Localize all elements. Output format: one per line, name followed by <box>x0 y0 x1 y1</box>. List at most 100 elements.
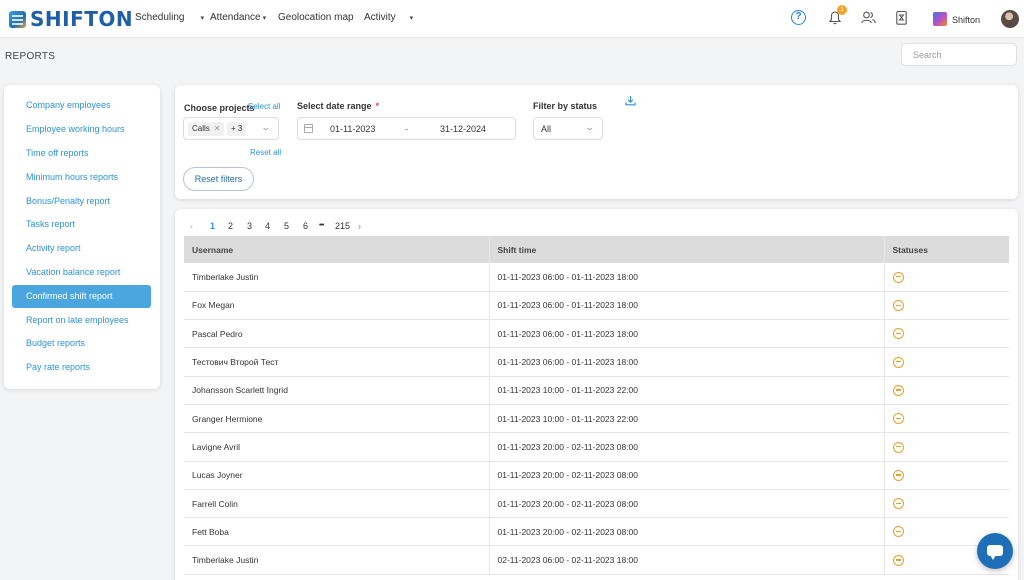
reset-all-link[interactable]: Reset all <box>250 148 281 157</box>
next-page-button[interactable]: › <box>358 221 361 231</box>
cell-username: Lavigne Avril <box>184 432 489 462</box>
date-range-picker[interactable]: 01-11-2023 - 31-12-2024 <box>297 117 516 140</box>
cell-username: Timberlake Justin <box>184 545 489 575</box>
notifications-button[interactable]: 1 <box>828 5 847 28</box>
page-2-button[interactable]: 2 <box>228 221 233 231</box>
pending-status-icon[interactable] <box>892 384 904 396</box>
date-range-label: Select date range * <box>297 101 379 111</box>
chat-button[interactable] <box>977 533 1013 569</box>
date-separator: - <box>405 124 408 134</box>
pending-status-icon[interactable] <box>892 441 904 453</box>
pending-status-icon[interactable] <box>892 469 904 481</box>
cell-status <box>883 404 1009 434</box>
company-switcher[interactable]: Shifton <box>933 12 980 26</box>
table-body: Timberlake Justin 01-11-2023 06:00 - 01-1… <box>184 263 1009 575</box>
table-row[interactable]: Pascal Pedro 01-11-2023 06:00 - 01-11-202… <box>184 319 1009 349</box>
pending-status-icon[interactable] <box>892 498 904 510</box>
sidebar-item-budget-reports[interactable]: Budget reports <box>12 332 151 355</box>
table-row[interactable]: Fett Boba 01-11-2023 20:00 - 02-11-2023 0… <box>184 517 1009 547</box>
status-value: All <box>541 124 552 134</box>
chevron-down-icon: ▾ <box>200 14 204 22</box>
table-row[interactable]: Lucas Joyner 01-11-2023 20:00 - 02-11-202… <box>184 461 1009 490</box>
page-4-button[interactable]: 4 <box>265 221 270 231</box>
download-icon[interactable] <box>625 95 636 106</box>
nav-scheduling[interactable]: Scheduling ▾ <box>135 12 204 23</box>
pagination-ellipsis: ••• <box>319 222 324 229</box>
column-statuses[interactable]: Statuses <box>883 236 1009 263</box>
pending-status-icon[interactable] <box>892 526 904 538</box>
page-1-button[interactable]: 1 <box>210 221 215 231</box>
column-username[interactable]: Username <box>184 236 489 263</box>
cell-status <box>883 347 1009 377</box>
cell-shift-time: 01-11-2023 06:00 - 01-11-2023 18:00 <box>488 319 884 349</box>
sidebar-item-employee-working-hours[interactable]: Employee working hours <box>12 118 151 141</box>
cell-shift-time: 01-11-2023 06:00 - 01-11-2023 18:00 <box>488 347 884 377</box>
cell-status <box>883 319 1009 349</box>
cell-shift-time: 02-11-2023 06:00 - 02-11-2023 18:00 <box>488 545 884 575</box>
pending-status-icon[interactable] <box>892 300 904 312</box>
nav-attendance-label: Attendance <box>210 12 261 23</box>
sidebar-item-minimum-hours-reports[interactable]: Minimum hours reports <box>12 166 151 189</box>
remove-chip-icon[interactable]: ✕ <box>214 124 221 133</box>
user-avatar[interactable] <box>1001 10 1019 28</box>
shifton-logo[interactable]: SHIFTON <box>9 7 133 31</box>
sidebar-item-pay-rate-reports[interactable]: Pay rate reports <box>12 356 151 379</box>
status-select[interactable]: All ⌄ <box>533 117 603 140</box>
page-last-button[interactable]: 215 <box>335 221 350 231</box>
projects-select[interactable]: Calls ✕ + 3 ⌄ <box>183 117 279 140</box>
pending-status-icon[interactable] <box>892 356 904 368</box>
table-row[interactable]: Timberlake Justin 02-11-2023 06:00 - 02-1… <box>184 545 1009 575</box>
cell-shift-time: 01-11-2023 20:00 - 02-11-2023 08:00 <box>488 517 884 547</box>
date-to[interactable]: 31-12-2024 <box>440 124 486 134</box>
cell-username: Pascal Pedro <box>184 319 489 349</box>
cell-status <box>883 291 1009 321</box>
pending-status-icon[interactable] <box>892 271 904 283</box>
sidebar-item-report-on-late-employees[interactable]: Report on late employees <box>12 309 151 332</box>
sidebar-item-vacation-balance-report[interactable]: Vacation balance report <box>12 261 151 284</box>
table-row[interactable]: Timberlake Justin 01-11-2023 06:00 - 01-1… <box>184 263 1009 292</box>
cell-status <box>883 461 1009 490</box>
select-all-link[interactable]: Select all <box>248 102 280 111</box>
table-row[interactable]: Lavigne Avril 01-11-2023 20:00 - 02-11-20… <box>184 432 1009 462</box>
chevron-down-icon: ⌄ <box>584 122 596 132</box>
users-icon[interactable] <box>861 11 876 27</box>
nav-attendance[interactable]: Attendance ▾ <box>210 12 266 23</box>
sidebar-item-tasks-report[interactable]: Tasks report <box>12 213 151 236</box>
column-shift-time[interactable]: Shift time <box>488 236 884 263</box>
help-icon[interactable]: ? <box>791 10 806 25</box>
sidebar-item-confirmed-shift-report[interactable]: Confirmed shift report <box>12 285 151 308</box>
cell-shift-time: 01-11-2023 06:00 - 01-11-2023 18:00 <box>488 263 884 292</box>
table-row[interactable]: Тестович Второй Тест 01-11-2023 06:00 - 0… <box>184 347 1009 377</box>
top-navigation-bar: SHIFTON Scheduling ▾ Attendance ▾ Geoloc… <box>0 0 1024 38</box>
cell-username: Timberlake Justin <box>184 263 489 292</box>
sidebar-item-time-off-reports[interactable]: Time off reports <box>12 142 151 165</box>
sidebar-item-company-employees[interactable]: Company employees <box>12 94 151 117</box>
cell-shift-time: 01-11-2023 20:00 - 02-11-2023 08:00 <box>488 461 884 490</box>
nav-geolocation-map[interactable]: Geolocation map <box>278 12 354 23</box>
page-3-button[interactable]: 3 <box>247 221 252 231</box>
prev-page-button[interactable]: ‹ <box>190 221 193 231</box>
pending-status-icon[interactable] <box>892 413 904 425</box>
date-from[interactable]: 01-11-2023 <box>330 124 375 134</box>
table-row[interactable]: Granger Hermione 01-11-2023 10:00 - 01-11… <box>184 404 1009 434</box>
pending-status-icon[interactable] <box>892 554 904 566</box>
pending-status-icon[interactable] <box>892 328 904 340</box>
nav-scheduling-label: Scheduling <box>135 12 185 23</box>
search-input[interactable] <box>901 43 1017 66</box>
sidebar-item-bonus-penalty-report[interactable]: Bonus/Penalty report <box>12 190 151 213</box>
table-row[interactable]: Johansson Scarlett Ingrid 01-11-2023 10:0… <box>184 376 1009 405</box>
table-row[interactable]: Farrell Colin 01-11-2023 20:00 - 02-11-20… <box>184 489 1009 519</box>
clipboard-timer-icon[interactable] <box>896 10 907 28</box>
table-row[interactable]: Fox Megan 01-11-2023 06:00 - 01-11-2023 1… <box>184 291 1009 321</box>
page-5-button[interactable]: 5 <box>284 221 289 231</box>
page-6-button[interactable]: 6 <box>303 221 308 231</box>
company-name: Shifton <box>952 15 981 25</box>
reset-filters-button[interactable]: Reset filters <box>183 167 254 191</box>
brand-name: SHIFTON <box>30 7 134 31</box>
page-title: REPORTS <box>5 51 56 62</box>
nav-activity[interactable]: Activity ▾ <box>364 12 413 23</box>
calendar-icon <box>304 124 313 133</box>
notification-count-badge: 1 <box>837 5 847 15</box>
sidebar-item-activity-report[interactable]: Activity report <box>12 237 151 260</box>
results-panel: ‹ 1 2 3 4 5 6 ••• 215 › Username Shift t… <box>175 209 1018 580</box>
